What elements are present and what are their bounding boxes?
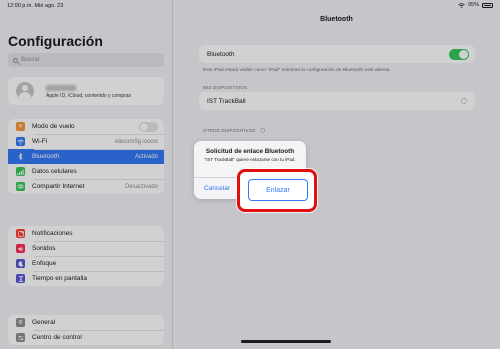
sidebar-title: Configuración	[8, 33, 103, 49]
my-devices-header: MIS DISPOSITIVOS	[203, 85, 248, 90]
airplane-mode-toggle[interactable]	[139, 121, 158, 132]
sidebar-item-hotspot[interactable]: Compartir Internet Desactivado	[8, 179, 164, 194]
focus-moon-icon	[16, 259, 25, 268]
notifications-icon	[16, 229, 25, 238]
bluetooth-toggle[interactable]	[449, 48, 469, 60]
searching-spinner-icon	[259, 128, 265, 134]
sidebar-item-label: Bluetooth	[32, 153, 60, 160]
bluetooth-status-value: Activado	[134, 153, 158, 160]
profile-subtitle: Apple ID, iCloud, contenido y compras	[46, 93, 132, 99]
wifi-network-name: elecom5g-xxxxx	[114, 138, 158, 145]
cellular-icon	[16, 167, 25, 176]
sidebar-item-label: Notificaciones	[32, 230, 73, 237]
device-name: IST TrackBall	[207, 97, 246, 105]
avatar	[16, 82, 34, 100]
sidebar-item-label: General	[32, 319, 56, 326]
sidebar-item-cellular[interactable]: Datos celulares	[8, 164, 164, 179]
gear-icon: ⚙	[16, 318, 25, 327]
bluetooth-toggle-row: Bluetooth	[199, 45, 475, 63]
visibility-note: Este iPad estará visible como "iPad" mie…	[203, 68, 391, 73]
sidebar-item-wifi[interactable]: Wi-Fi elecom5g-xxxxx	[8, 134, 164, 149]
cancel-button[interactable]: Cancelar	[194, 178, 240, 199]
profile-name-redacted	[46, 85, 76, 91]
sidebar-item-label: Compartir Internet	[32, 183, 85, 190]
bluetooth-label: Bluetooth	[207, 50, 235, 58]
sidebar-item-label: Modo de vuelo	[32, 123, 75, 130]
wifi-icon	[16, 137, 25, 146]
sidebar: 12:00 p.m. Mié ago. 23 Configuración Bus…	[0, 0, 173, 349]
sidebar-item-notifications[interactable]: Notificaciones	[8, 226, 164, 241]
sidebar-item-label: Wi-Fi	[32, 138, 48, 145]
sidebar-item-focus[interactable]: Enfoque	[8, 256, 164, 271]
hotspot-status-value: Desactivado	[124, 183, 158, 190]
airplane-icon: ✈	[16, 122, 25, 131]
sidebar-item-general[interactable]: ⚙ General	[8, 315, 164, 330]
sidebar-item-label: Centro de control	[32, 334, 82, 341]
sidebar-item-bluetooth[interactable]: Bluetooth Activado	[8, 149, 164, 164]
search-field[interactable]: Buscar	[8, 53, 164, 67]
other-devices-header: OTROS DISPOSITIVOS	[203, 128, 265, 134]
sounds-icon	[16, 244, 25, 253]
status-time: 12:00 p.m. Mié ago. 23	[7, 3, 64, 9]
bluetooth-icon	[16, 152, 25, 161]
sidebar-item-control-center[interactable]: Centro de control	[8, 330, 164, 345]
screen-time-icon	[16, 274, 25, 283]
sidebar-item-label: Enfoque	[32, 260, 57, 267]
sidebar-item-screen-time[interactable]: Tiempo en pantalla	[8, 271, 164, 286]
sidebar-item-sounds[interactable]: Sonidos	[8, 241, 164, 256]
apple-id-profile[interactable]: Apple ID, iCloud, contenido y compras	[8, 77, 164, 105]
page-title: Bluetooth	[320, 16, 353, 23]
sidebar-item-label: Sonidos	[32, 245, 56, 252]
connecting-spinner-icon	[461, 98, 467, 104]
settings-group-general: ⚙ General Centro de control	[8, 315, 164, 345]
settings-group-notifications: Notificaciones Sonidos Enfoque Tiempo en…	[8, 226, 164, 286]
home-indicator	[241, 340, 331, 343]
dialog-message: "IST TrackBall" quiere enlazarse con tu …	[204, 157, 296, 162]
hotspot-icon	[16, 182, 25, 191]
device-row[interactable]: IST TrackBall	[199, 92, 475, 110]
sidebar-item-airplane-mode[interactable]: ✈ Modo de vuelo	[8, 119, 164, 134]
settings-group-connectivity: ✈ Modo de vuelo Wi-Fi elecom5g-xxxxx Blu…	[8, 119, 164, 194]
control-center-icon	[16, 333, 25, 342]
search-icon	[13, 57, 18, 63]
search-placeholder: Buscar	[21, 57, 40, 63]
pair-button[interactable]: Enlazar	[248, 179, 308, 201]
sidebar-item-label: Tiempo en pantalla	[32, 275, 88, 282]
sidebar-item-label: Datos celulares	[32, 168, 77, 175]
dialog-title: Solicitud de enlace Bluetooth	[205, 148, 295, 155]
